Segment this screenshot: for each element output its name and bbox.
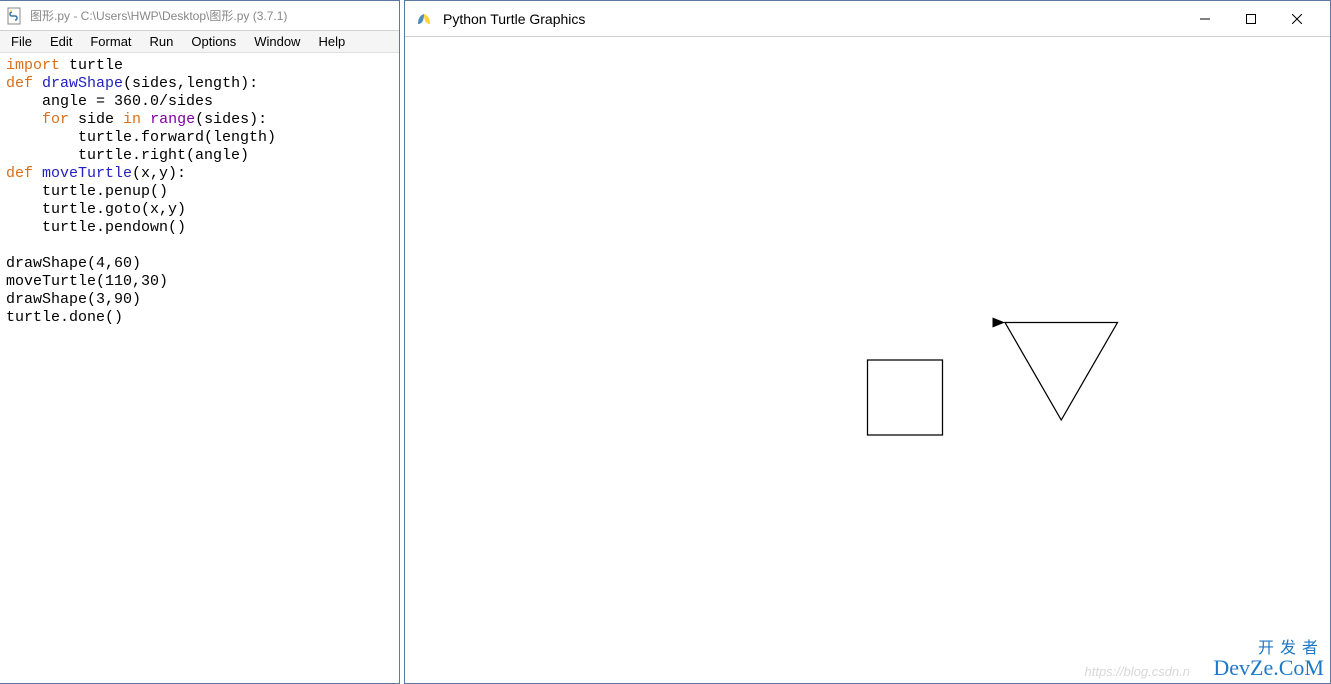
menu-format[interactable]: Format <box>81 32 140 51</box>
menu-file[interactable]: File <box>2 32 41 51</box>
turtle-window-title: Python Turtle Graphics <box>443 11 1182 27</box>
turtle-canvas: https://blog.csdn.n 开发者 DevZe.CoM <box>405 37 1330 683</box>
devze-watermark: 开发者 DevZe.CoM <box>1213 641 1324 679</box>
code-editor[interactable]: import turtle def drawShape(sides,length… <box>0 53 399 683</box>
maximize-button[interactable] <box>1228 4 1274 34</box>
menu-help[interactable]: Help <box>309 32 354 51</box>
turtle-app-icon <box>415 10 433 28</box>
menu-edit[interactable]: Edit <box>41 32 81 51</box>
turtle-titlebar[interactable]: Python Turtle Graphics <box>405 1 1330 37</box>
idle-titlebar[interactable]: 图形.py - C:\Users\HWP\Desktop\图形.py (3.7.… <box>0 1 399 31</box>
turtle-graphics-window: Python Turtle Graphics ht <box>404 0 1331 684</box>
menu-run[interactable]: Run <box>141 32 183 51</box>
close-button[interactable] <box>1274 4 1320 34</box>
idle-editor-window: 图形.py - C:\Users\HWP\Desktop\图形.py (3.7.… <box>0 0 400 684</box>
csdn-watermark: https://blog.csdn.n <box>1084 664 1190 679</box>
menu-options[interactable]: Options <box>182 32 245 51</box>
idle-window-title: 图形.py - C:\Users\HWP\Desktop\图形.py (3.7.… <box>30 7 287 24</box>
menu-window[interactable]: Window <box>245 32 309 51</box>
python-file-icon <box>6 7 24 25</box>
window-controls <box>1182 4 1320 34</box>
turtle-drawing <box>405 37 1330 683</box>
minimize-button[interactable] <box>1182 4 1228 34</box>
idle-menubar: File Edit Format Run Options Window Help <box>0 31 399 53</box>
